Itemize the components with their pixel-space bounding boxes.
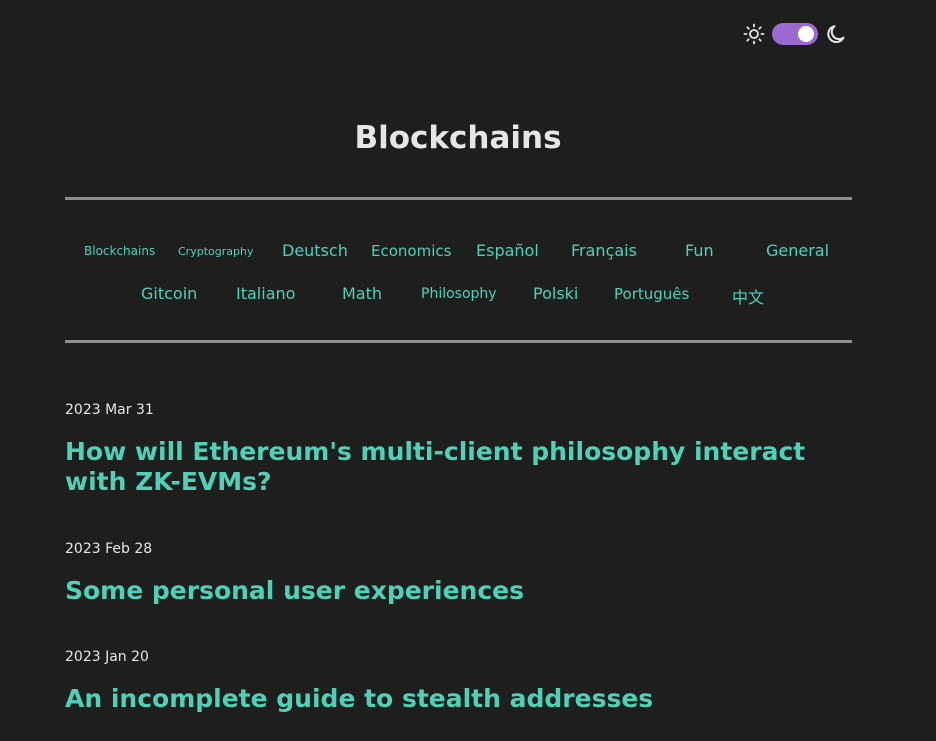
switch-knob [798, 26, 814, 42]
post-date: 2023 Feb 28 [65, 541, 153, 557]
post-title-link[interactable]: An incomplete guide to stealth addresses [65, 684, 825, 714]
post-title-link[interactable]: Some personal user experiences [65, 576, 825, 606]
dark-mode-switch[interactable] [772, 23, 818, 45]
page-title: Blockchains [354, 120, 562, 156]
category-link-portugues[interactable]: Português [614, 285, 689, 303]
category-link-general[interactable]: General [766, 241, 829, 260]
post-date: 2023 Mar 31 [65, 402, 154, 418]
page: Blockchains Blockchains Cryptography Deu… [0, 0, 936, 741]
post-title-link[interactable]: How will Ethereum's multi-client philoso… [65, 437, 825, 497]
category-link-fun[interactable]: Fun [685, 241, 714, 260]
category-link-gitcoin[interactable]: Gitcoin [141, 284, 197, 303]
category-link-deutsch[interactable]: Deutsch [282, 241, 348, 260]
category-link-italiano[interactable]: Italiano [236, 284, 295, 303]
divider [65, 340, 852, 343]
category-link-polski[interactable]: Polski [533, 284, 578, 303]
post-date: 2023 Jan 20 [65, 649, 149, 665]
category-link-espanol[interactable]: Español [476, 241, 539, 260]
category-link-philosophy[interactable]: Philosophy [421, 286, 497, 302]
theme-toggle[interactable] [742, 22, 848, 46]
category-link-blockchains[interactable]: Blockchains [84, 244, 155, 258]
category-link-chinese[interactable]: 中文 [732, 284, 764, 308]
moon-icon [827, 25, 845, 43]
sun-icon [743, 23, 765, 45]
category-link-cryptography[interactable]: Cryptography [178, 245, 253, 258]
category-link-economics[interactable]: Economics [371, 242, 451, 260]
divider [65, 197, 852, 200]
category-link-francais[interactable]: Français [571, 241, 637, 260]
category-link-math[interactable]: Math [342, 284, 382, 303]
